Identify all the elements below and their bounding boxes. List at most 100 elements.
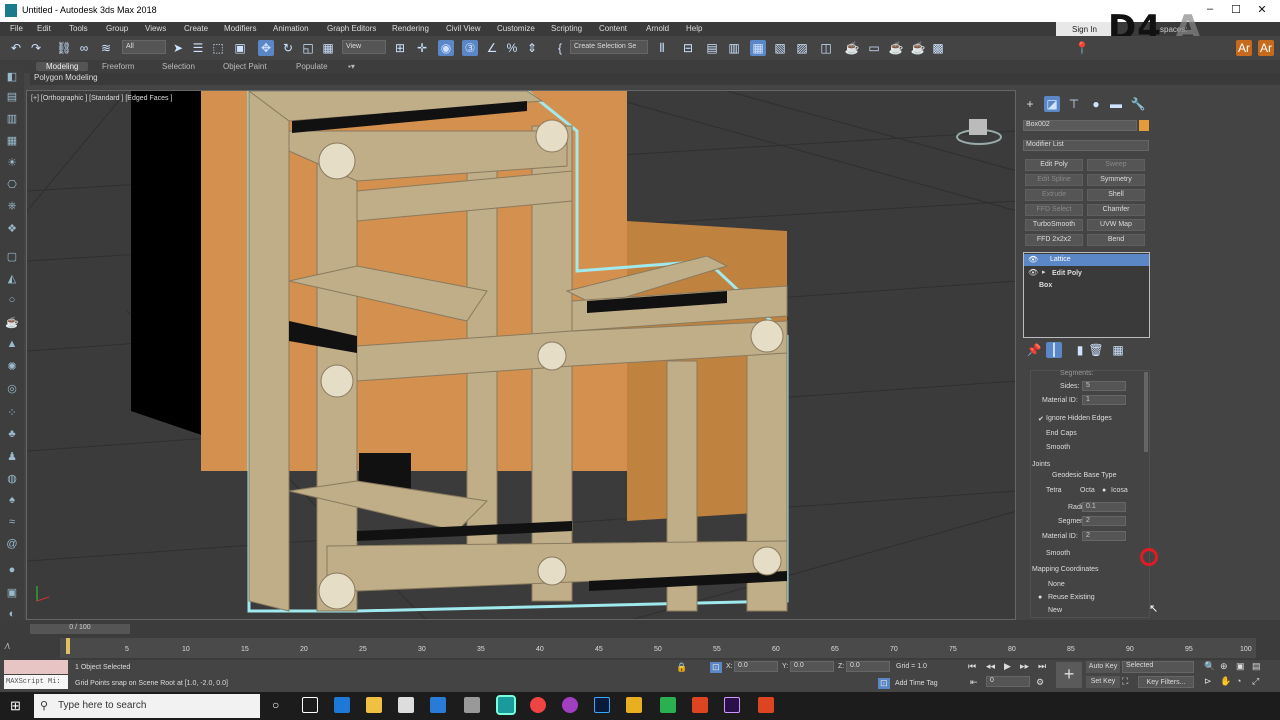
- tab-populate[interactable]: Populate: [296, 62, 328, 71]
- make-unique-icon[interactable]: ▮: [1072, 342, 1088, 358]
- particles-icon[interactable]: ⁘: [4, 406, 20, 420]
- menu-group[interactable]: Group: [106, 24, 128, 33]
- select-by-name-icon[interactable]: ☰: [190, 40, 206, 56]
- material-id2-spinner[interactable]: 2: [1082, 531, 1126, 541]
- modifier-chamfer-button[interactable]: Chamfer: [1087, 204, 1145, 216]
- named-selection-dropdown[interactable]: Create Selection Se: [570, 40, 648, 54]
- file-explorer-icon[interactable]: [366, 697, 382, 713]
- mirror-icon[interactable]: ⫴: [654, 40, 670, 56]
- expand-triangle-icon[interactable]: ▸: [1042, 268, 1046, 276]
- utilities-tab-icon[interactable]: 🔧: [1130, 96, 1146, 112]
- modifier-uvw-map-button[interactable]: UVW Map: [1087, 219, 1145, 231]
- maxscript-mini-listener[interactable]: MAXScript Mi:: [4, 675, 68, 689]
- prev-frame-icon[interactable]: ◂◂: [986, 661, 995, 672]
- render-icon[interactable]: ☕: [888, 40, 904, 56]
- smooth-joints-checkbox[interactable]: Smooth: [1046, 550, 1070, 557]
- zoom-all-icon[interactable]: ⊕: [1220, 661, 1228, 672]
- next-frame-icon[interactable]: ▸▸: [1020, 661, 1029, 672]
- menu-help[interactable]: Help: [686, 24, 702, 33]
- pin-icon[interactable]: 📍: [1074, 40, 1090, 56]
- pivot-icon[interactable]: ⊞: [392, 40, 408, 56]
- pan-icon[interactable]: ✋: [1220, 676, 1231, 687]
- modifier-shell-button[interactable]: Shell: [1087, 189, 1145, 201]
- box-icon[interactable]: ▢: [4, 250, 20, 264]
- menu-civil-view[interactable]: Civil View: [446, 24, 481, 33]
- modifier-bend-button[interactable]: Bend: [1087, 234, 1145, 246]
- scene-explorer-icon[interactable]: ▤: [704, 40, 720, 56]
- maximize-viewport-icon[interactable]: ⤢: [1252, 676, 1259, 687]
- radio-dot-icon[interactable]: ●: [1102, 487, 1106, 494]
- layer-explorer-icon[interactable]: ▥: [726, 40, 742, 56]
- modifier-sweep-button[interactable]: Sweep: [1087, 159, 1145, 171]
- go-to-end-icon[interactable]: ⏭: [1038, 661, 1046, 672]
- maximize-button[interactable]: ☐: [1226, 3, 1246, 19]
- selection-filter-dropdown[interactable]: All: [122, 40, 166, 54]
- rendered-frame-icon[interactable]: ▭: [866, 40, 882, 56]
- perspective-viewport[interactable]: [+] [Orthographic ] [Standard ] [Edged F…: [26, 90, 1016, 620]
- display-tab-icon[interactable]: ▬: [1108, 96, 1124, 112]
- orbit-icon[interactable]: ◔: [1236, 676, 1241, 686]
- camtasia-icon[interactable]: [660, 697, 676, 713]
- scale-icon[interactable]: ◱: [300, 40, 316, 56]
- radius-spinner[interactable]: 0.1: [1082, 502, 1126, 512]
- ignore-hidden-checkbox[interactable]: ✔: [1038, 415, 1044, 423]
- explorer-icon[interactable]: ▤: [4, 90, 20, 104]
- key-filters-button[interactable]: Key Filters...: [1138, 676, 1194, 688]
- angle-snap-icon[interactable]: ∠: [484, 40, 500, 56]
- modifier-symmetry-button[interactable]: Symmetry: [1087, 174, 1145, 186]
- app-icon[interactable]: [464, 697, 480, 713]
- stack-item-lattice[interactable]: Lattice: [1024, 254, 1149, 266]
- set-key-button[interactable]: Set Key: [1086, 676, 1120, 688]
- tab-modeling[interactable]: Modeling: [36, 62, 89, 71]
- after-effects-icon[interactable]: [724, 697, 740, 713]
- time-marker[interactable]: [66, 638, 70, 654]
- auto-key-button[interactable]: Auto Key: [1086, 661, 1120, 673]
- remove-modifier-icon[interactable]: 🗑: [1088, 342, 1104, 358]
- minimize-button[interactable]: –: [1200, 3, 1220, 19]
- globe-icon[interactable]: ◍: [4, 472, 20, 486]
- redo-icon[interactable]: ↷: [28, 40, 44, 56]
- undo-icon[interactable]: ↶: [8, 40, 24, 56]
- selection-set-dropdown[interactable]: Selected: [1122, 661, 1194, 673]
- tab-freeform[interactable]: Freeform: [102, 62, 134, 71]
- group-icon[interactable]: ▣: [4, 586, 20, 600]
- show-end-result-icon[interactable]: ┃: [1046, 342, 1062, 358]
- menu-content[interactable]: Content: [599, 24, 627, 33]
- create-tab-icon[interactable]: +: [1022, 96, 1038, 112]
- modifier-list-dropdown[interactable]: Modifier List: [1023, 140, 1149, 151]
- end-caps-checkbox[interactable]: End Caps: [1046, 430, 1077, 437]
- render-iterative-icon[interactable]: ☕: [910, 40, 926, 56]
- pyramid-icon[interactable]: ▲: [4, 338, 20, 352]
- camera-icon[interactable]: ⎔: [4, 178, 20, 192]
- panel-scrollbar[interactable]: [1144, 372, 1148, 452]
- key-mode-icon[interactable]: ⇤: [970, 677, 978, 688]
- cone-icon[interactable]: ◭: [4, 272, 20, 286]
- edge-icon[interactable]: [334, 697, 350, 713]
- edit-named-selections-icon[interactable]: {: [552, 40, 568, 56]
- stack-item-box[interactable]: Box: [1024, 280, 1149, 291]
- unlink-icon[interactable]: ∞: [76, 40, 92, 56]
- motion-tab-icon[interactable]: ●: [1088, 96, 1104, 112]
- app-purple-icon[interactable]: [562, 697, 578, 713]
- mapping-none-radio[interactable]: None: [1048, 581, 1065, 588]
- mail-icon[interactable]: [430, 697, 446, 713]
- x-coord-field[interactable]: 0.0: [734, 661, 778, 672]
- menu-scripting[interactable]: Scripting: [551, 24, 582, 33]
- configure-sets-icon[interactable]: ▦: [1110, 342, 1126, 358]
- plant-icon[interactable]: ♠: [4, 494, 20, 508]
- light-icon[interactable]: ☀: [4, 156, 20, 170]
- smooth-struts-checkbox[interactable]: Smooth: [1046, 444, 1070, 451]
- taskbar-search-box[interactable]: Type here to search: [34, 694, 260, 718]
- app-red-icon[interactable]: [758, 697, 774, 713]
- task-view2-icon[interactable]: [302, 697, 318, 713]
- sun-icon[interactable]: ✺: [4, 360, 20, 374]
- timeline-curve-icon[interactable]: ⁄\: [6, 642, 10, 651]
- container-icon[interactable]: ▦: [4, 134, 20, 148]
- rect-selection-icon[interactable]: ⬚: [210, 40, 226, 56]
- task-view-icon[interactable]: ○: [272, 698, 279, 712]
- render-online-icon[interactable]: ▩: [930, 40, 946, 56]
- sign-in-button[interactable]: Sign In: [1056, 22, 1116, 36]
- spinner-snap-icon[interactable]: ⇕: [524, 40, 540, 56]
- play-icon[interactable]: ▶: [1004, 661, 1011, 672]
- move-icon[interactable]: ✥: [258, 40, 274, 56]
